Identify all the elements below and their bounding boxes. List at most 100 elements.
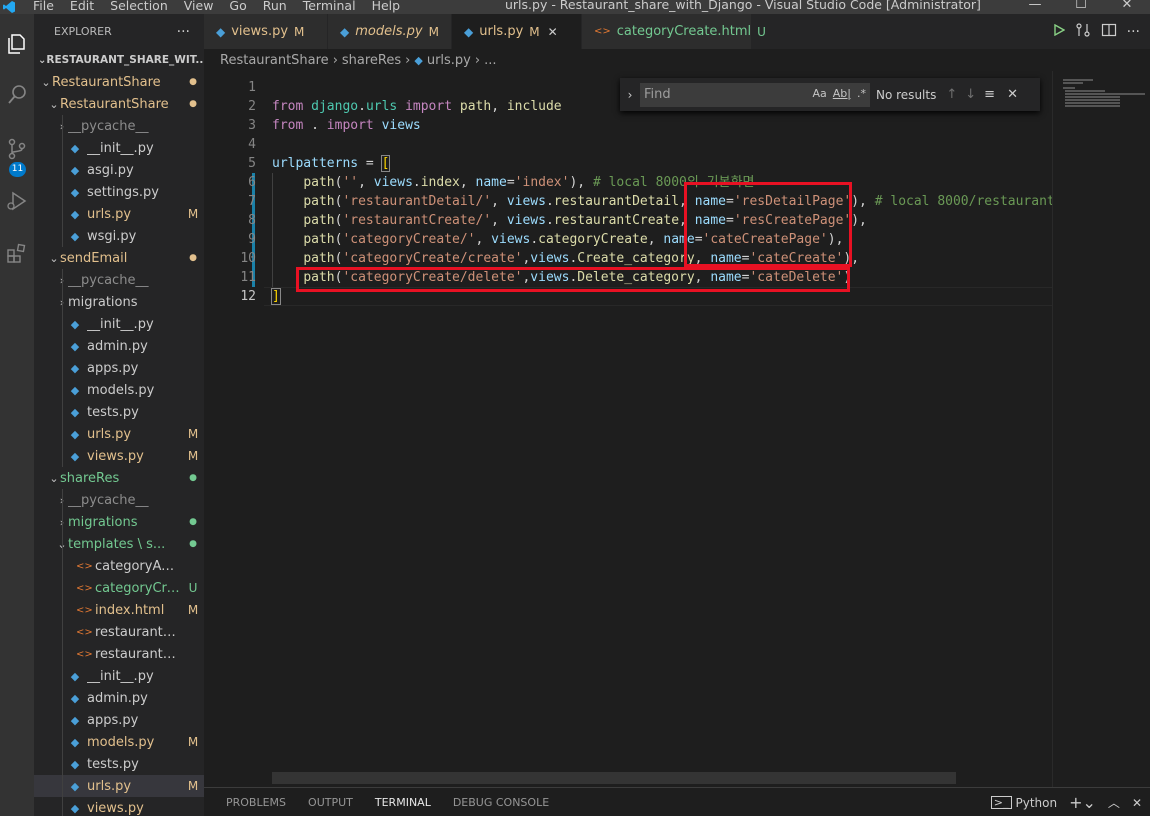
source-control-icon[interactable] <box>0 132 34 166</box>
maximize-panel-icon[interactable]: ︿ <box>1108 794 1120 811</box>
file-item[interactable]: ◆ asgi.py <box>34 159 204 181</box>
file-item[interactable]: ◆ tests.py <box>34 753 204 775</box>
close-tab-icon[interactable]: ✕ <box>548 25 558 39</box>
more-actions-icon[interactable]: ··· <box>1127 24 1140 40</box>
run-debug-icon[interactable] <box>0 184 34 218</box>
python-file-icon: ◆ <box>464 24 474 39</box>
folder-item[interactable]: ›__pycache__ <box>34 269 204 291</box>
close-window-button[interactable]: ✕ <box>1104 0 1150 14</box>
file-item[interactable]: ◆ views.py <box>34 797 204 816</box>
close-find-icon[interactable]: ✕ <box>1007 87 1018 102</box>
minimize-button[interactable]: — <box>1012 0 1058 14</box>
folder-item[interactable]: ⌄ shareRes ● <box>34 467 204 489</box>
file-item[interactable]: ◆ admin.py <box>34 687 204 709</box>
git-status-badge: U <box>188 581 198 595</box>
toggle-replace-icon[interactable]: › <box>620 88 640 102</box>
chevron-down-icon: ⌄ <box>38 54 47 66</box>
tab-list: ◆ views.py M ◆ models.py M ◆ urls.py M ✕ <> categor… <box>204 14 766 49</box>
file-item[interactable]: <> categoryCre... U <box>34 577 204 599</box>
indent-guide <box>62 423 63 445</box>
breadcrumb-item[interactable]: shareRes <box>342 53 401 68</box>
file-item[interactable]: ◆ apps.py <box>34 709 204 731</box>
file-item[interactable]: ◆ admin.py <box>34 335 204 357</box>
regex-toggle[interactable]: .* <box>857 87 866 100</box>
file-item[interactable]: ◆ models.py <box>34 379 204 401</box>
file-item[interactable]: ◆ tests.py <box>34 401 204 423</box>
terminal-selector[interactable]: >_ Python <box>990 796 1057 810</box>
menu-help[interactable]: Help <box>364 0 409 13</box>
menu-file[interactable]: File <box>25 0 62 13</box>
file-item[interactable]: ◆ settings.py <box>34 181 204 203</box>
file-item[interactable]: <>restaurantCreate.... <box>34 621 204 643</box>
panel-tab-output[interactable]: OUTPUT <box>297 788 364 816</box>
indent-guide <box>62 313 63 335</box>
file-item[interactable]: ◆ urls.py M <box>34 775 204 797</box>
folder-item[interactable]: ⌄ RestaurantShare ● <box>34 71 204 93</box>
file-item[interactable]: ◆ wsgi.py <box>34 225 204 247</box>
panel-tab-terminal[interactable]: TERMINAL <box>364 788 442 816</box>
editor-tab[interactable]: ◆ views.py M <box>204 14 328 49</box>
breadcrumb-item[interactable]: ... <box>484 53 496 68</box>
panel-tab-problems[interactable]: PROBLEMS <box>215 788 297 816</box>
tab-label: urls.py <box>479 24 524 39</box>
file-item[interactable]: <>categoryAdd.html <box>34 555 204 577</box>
file-item[interactable]: ◆ __init__.py <box>34 313 204 335</box>
menu-run[interactable]: Run <box>255 0 295 13</box>
run-python-icon[interactable] <box>1053 23 1066 40</box>
python-file-icon: ◆ <box>70 185 80 199</box>
file-item[interactable]: ◆ views.py M <box>34 445 204 467</box>
find-input[interactable]: Find Aa Ab| .* <box>640 82 870 107</box>
breadcrumb-item[interactable]: RestaurantShare <box>220 53 329 68</box>
menu-go[interactable]: Go <box>221 0 254 13</box>
menu-selection[interactable]: Selection <box>102 0 176 13</box>
minimap[interactable] <box>1052 71 1150 787</box>
folder-item[interactable]: ›migrations● <box>34 511 204 533</box>
panel-tab-debug-console[interactable]: DEBUG CONSOLE <box>442 788 560 816</box>
workspace-section[interactable]: ⌄ RESTAURANT_SHARE_WIT... <box>34 49 204 71</box>
line-number: 6 <box>248 175 256 190</box>
close-panel-icon[interactable]: ✕ <box>1132 796 1142 810</box>
menu-terminal[interactable]: Terminal <box>295 0 364 13</box>
tree-item-label: categoryCre... <box>95 580 182 596</box>
indent-guide <box>62 357 63 379</box>
next-match-icon[interactable]: ↓ <box>965 87 976 102</box>
file-item[interactable]: <>restaurantDetail.h... <box>34 643 204 665</box>
line-number: 3 <box>248 118 256 133</box>
file-item[interactable]: ◆ __init__.py <box>34 665 204 687</box>
folder-item[interactable]: ⌄templates \ s...● <box>34 533 204 555</box>
whole-word-toggle[interactable]: Ab| <box>833 87 851 100</box>
extensions-icon[interactable] <box>0 236 34 270</box>
breadcrumb-item[interactable]: urls.py <box>427 53 471 68</box>
compare-changes-icon[interactable] <box>1075 22 1091 42</box>
search-icon[interactable] <box>0 78 34 112</box>
file-item[interactable]: ◆ apps.py <box>34 357 204 379</box>
folder-item[interactable]: ⌄ sendEmail ● <box>34 247 204 269</box>
file-item[interactable]: <> index.html M <box>34 599 204 621</box>
file-item[interactable]: ◆ __init__.py <box>34 137 204 159</box>
indent-guide <box>62 731 63 753</box>
horizontal-scrollbar[interactable] <box>272 772 956 784</box>
code-editor[interactable]: 1 2 3 4 5 6 7 8 9 10 11 12 from django.urls import … <box>204 71 1150 787</box>
menu-view[interactable]: View <box>176 0 222 13</box>
python-file-icon: ◆ <box>70 427 80 441</box>
editor-tab[interactable]: <> categoryCreate.html U <box>582 14 766 49</box>
previous-match-icon[interactable]: ↑ <box>946 87 957 102</box>
file-item[interactable]: ◆ models.py M <box>34 731 204 753</box>
editor-tab[interactable]: ◆ models.py M <box>328 14 452 49</box>
folder-item[interactable]: ›__pycache__ <box>34 115 204 137</box>
maximize-button[interactable]: ☐ <box>1058 0 1104 14</box>
new-terminal-icon[interactable]: +⌄ <box>1069 793 1096 812</box>
menu-edit[interactable]: Edit <box>62 0 102 13</box>
file-item[interactable]: ◆ urls.py M <box>34 423 204 445</box>
find-in-selection-icon[interactable]: ≡ <box>984 87 995 102</box>
match-case-toggle[interactable]: Aa <box>813 87 827 100</box>
breadcrumb: RestaurantShare › shareRes › ◆ urls.py ›… <box>204 49 1150 71</box>
editor-tab[interactable]: ◆ urls.py M ✕ <box>452 14 582 49</box>
explorer-more-button[interactable]: ··· <box>177 24 190 40</box>
folder-item[interactable]: ⌄ RestaurantShare ● <box>34 93 204 115</box>
explorer-icon[interactable] <box>0 27 34 61</box>
split-editor-icon[interactable] <box>1101 22 1117 42</box>
folder-item[interactable]: ›migrations <box>34 291 204 313</box>
folder-item[interactable]: ›__pycache__ <box>34 489 204 511</box>
file-item[interactable]: ◆ urls.py M <box>34 203 204 225</box>
